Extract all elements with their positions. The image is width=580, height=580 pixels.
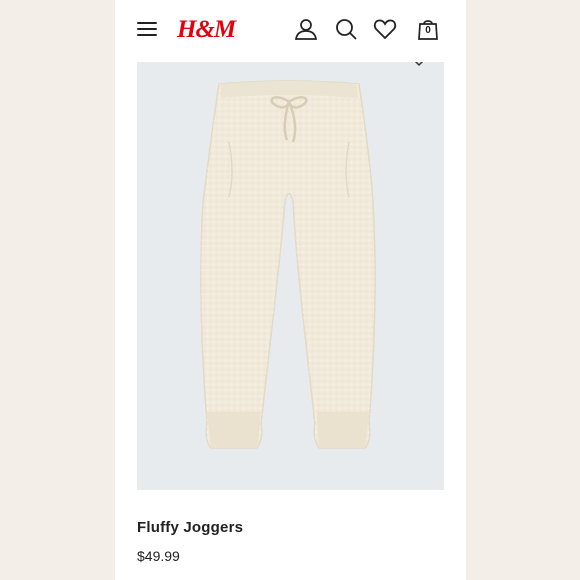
search-icon[interactable] (333, 16, 359, 42)
favorites-icon[interactable] (372, 16, 398, 42)
product-price: $49.99 (137, 548, 180, 564)
hm-logo[interactable]: H&M (177, 16, 236, 44)
product-name[interactable]: Fluffy Joggers (137, 519, 243, 536)
joggers-illustration (200, 80, 376, 449)
top-navigation-bar: H&M 0 (115, 0, 466, 60)
joggers-garment (200, 80, 376, 449)
phone-screen: H&M 0 Fluffy Joggers $49.99 (115, 0, 466, 580)
menu-icon[interactable] (137, 21, 157, 37)
chevron-down-icon[interactable] (412, 62, 426, 70)
shopping-bag-icon[interactable]: 0 (415, 16, 441, 42)
bag-count-badge: 0 (425, 25, 431, 36)
product-image[interactable] (137, 62, 444, 490)
account-icon[interactable] (293, 16, 319, 42)
